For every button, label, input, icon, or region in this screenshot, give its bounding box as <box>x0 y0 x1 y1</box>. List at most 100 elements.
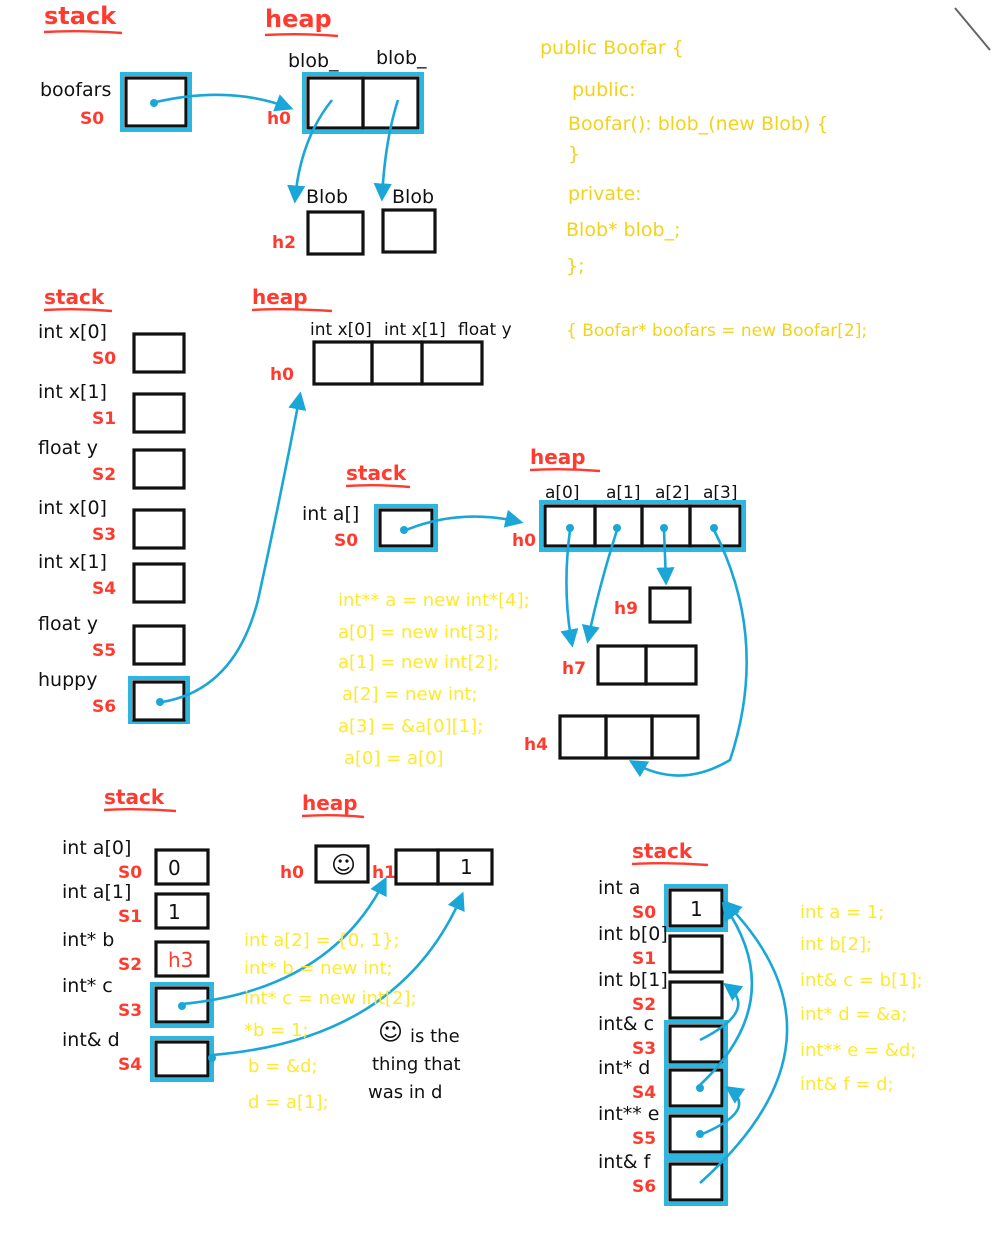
stack5-cell <box>668 980 724 1020</box>
stack2-var-label: int x[1] <box>38 551 107 573</box>
stack5-cell <box>668 934 724 974</box>
code4-line-2: int* b = new int; <box>244 958 393 979</box>
stack2-var-label: float y <box>38 613 98 635</box>
heap-header-2: heap <box>252 285 308 309</box>
var3-addr: S0 <box>334 531 358 551</box>
var3-arrow <box>405 509 524 532</box>
stack5-var-addr: S6 <box>632 1177 656 1197</box>
blob-box-label-2: Blob <box>392 186 434 208</box>
h4-cell-3 <box>650 714 700 760</box>
stack2-cell <box>132 392 186 434</box>
stack2-var-addr: S4 <box>92 579 116 599</box>
stack5-var-addr: S1 <box>632 949 656 969</box>
stack2-cell <box>132 332 186 374</box>
code1-line-5: private: <box>568 183 642 205</box>
stack-header-underline <box>43 30 123 35</box>
heap-addr: h0 <box>267 109 291 129</box>
note-line-3: was in d <box>368 1082 442 1103</box>
blob-label-2: blob_ <box>376 47 427 69</box>
stack-header-4-underline <box>103 808 177 813</box>
heap2-cell-1 <box>312 340 374 386</box>
var-label: boofars <box>40 79 111 101</box>
stack4-var-addr: S1 <box>118 907 142 927</box>
stack2-cell <box>132 624 186 666</box>
code3-line-5: a[3] = &a[0][1]; <box>338 716 483 737</box>
stack-header: stack <box>44 2 117 30</box>
section-int-array: stack heap int a[] S0 a[0] a[1] a[2] a[3… <box>302 445 748 778</box>
stack4-cell-value: h3 <box>168 948 193 972</box>
code5-line-5: int** e = &d; <box>800 1040 916 1061</box>
code5-line-6: int& f = d; <box>800 1074 894 1095</box>
code5-line-3: int& c = b[1]; <box>800 970 923 991</box>
stack4-var-addr: S0 <box>118 863 142 883</box>
h4-addr: h4 <box>524 735 548 755</box>
heap-header: heap <box>265 5 332 33</box>
code4-line-4: *b = 1; <box>244 1020 308 1041</box>
heap-header-4: heap <box>302 791 358 815</box>
heap2-addr: h0 <box>270 365 294 385</box>
stack-header-3-underline <box>345 484 411 489</box>
section-pointers-refs: stack heap int a[0]S0 0int a[1]S1 1int* bS… <box>62 785 494 1113</box>
stack5-var-addr: S3 <box>632 1039 656 1059</box>
stack2-cell <box>132 448 186 490</box>
code4-line-3: int* c = new int[2]; <box>244 988 417 1009</box>
stack2-var-addr: S0 <box>92 349 116 369</box>
blob1-arrow <box>287 99 334 204</box>
code1-line-8: { Boofar* boofars = new Boofar[2]; <box>566 321 867 341</box>
h7-addr: h7 <box>562 659 586 679</box>
section-references: stack int aS0 1int b[0]S1int b[1]S2int& c… <box>598 839 923 1206</box>
note-line-1: is the <box>410 1026 460 1047</box>
stack4-var-label: int* c <box>62 975 113 997</box>
stack-header-2-underline <box>43 308 113 313</box>
stack4-var-label: int* b <box>62 929 114 951</box>
a2-arrow <box>656 529 675 586</box>
section-boofar: stack heap boofars S0 blob_ blob_ h0 Blo… <box>40 2 437 256</box>
stack5-var-label: int b[0] <box>598 923 668 945</box>
h7-cell-2 <box>644 644 698 686</box>
stack2-cell <box>132 562 186 604</box>
stack2-var-label: int x[0] <box>38 321 107 343</box>
a3-arrow <box>628 529 748 778</box>
stack-cells-2: int x[0] S0 int x[1] S1 float y S2 int x[0] S3 i… <box>38 321 190 724</box>
code3-line-1: int** a = new int*[4]; <box>338 590 530 611</box>
code5-line-1: int a = 1; <box>800 902 884 923</box>
stack-header-2: stack <box>44 285 105 309</box>
stack4-var-label: int a[0] <box>62 837 131 859</box>
memory-diagram: stack heap boofars S0 blob_ blob_ h0 Blo… <box>38 2 991 1206</box>
stack-header-3: stack <box>346 461 407 485</box>
stack5-var-label: int** e <box>598 1103 660 1125</box>
stack5-var-label: int a <box>598 877 640 899</box>
stack5-cell-value: 1 <box>690 897 703 921</box>
pointer-arrow <box>155 93 294 112</box>
heap2-label-2: int x[1] <box>384 320 446 340</box>
stack5-var-label: int* d <box>598 1057 650 1079</box>
stack2-var-addr: S2 <box>92 465 116 485</box>
blob-box-label-1: Blob <box>306 186 348 208</box>
h4-cell-1 <box>558 714 608 760</box>
stack2-cell <box>132 508 186 550</box>
stack2-var-addr: S3 <box>92 525 116 545</box>
stack4-cell-value: 0 <box>168 856 181 880</box>
stack2-var-addr: S5 <box>92 641 116 661</box>
stack5-var-label: int& f <box>598 1151 652 1173</box>
heap-header-underline <box>264 33 339 38</box>
stack5-var-addr: S5 <box>632 1129 656 1149</box>
diagram-canvas: stack heap boofars S0 blob_ blob_ h0 Blo… <box>0 0 1000 1233</box>
stack-header-5: stack <box>632 839 693 863</box>
heap-header-3-underline <box>529 468 601 473</box>
stack4-var-label: int a[1] <box>62 881 131 903</box>
blob2-arrow <box>373 99 400 202</box>
heap2-cell-2 <box>370 340 424 386</box>
note-line-2: thing that <box>372 1054 461 1075</box>
stack4-cell <box>154 1040 210 1078</box>
stack-cells-4: int a[0] S0 0 int a[1] S1 1 int* bS2 h3 int* cS3… <box>62 837 216 1082</box>
pen-mark <box>954 7 991 51</box>
stack2-var-addr: S1 <box>92 409 116 429</box>
stack4-var-addr: S3 <box>118 1001 142 1021</box>
heap-header-4-underline <box>301 814 365 819</box>
stack2-var-label: float y <box>38 437 98 459</box>
code1-line-1: public Boofar { <box>540 37 684 59</box>
stack2-var-addr: S6 <box>92 697 116 717</box>
code1-line-2: public: <box>572 79 636 101</box>
blob-box-2 <box>381 208 437 254</box>
